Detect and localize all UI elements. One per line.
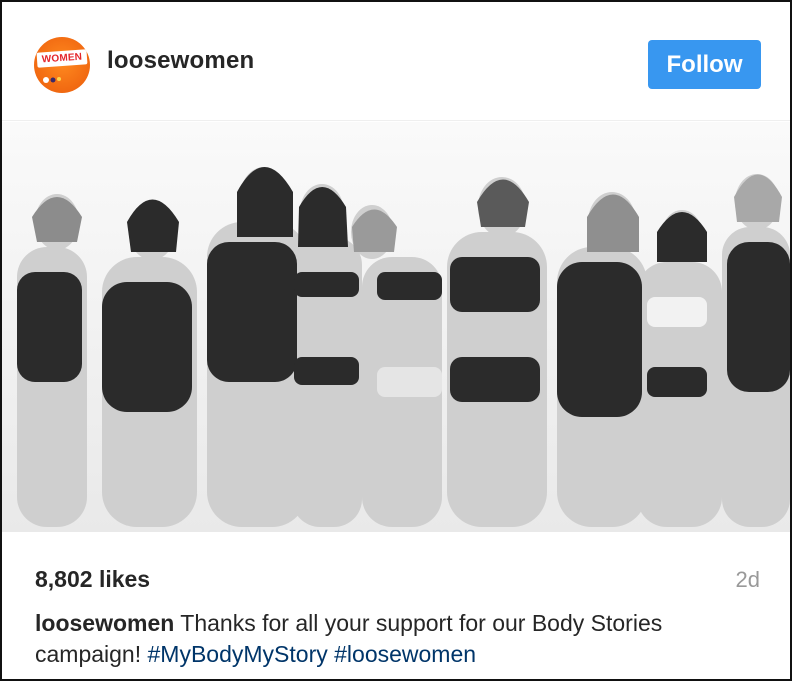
avatar[interactable]: WOMEN — [34, 37, 90, 93]
hashtag-loosewomen[interactable]: #loosewomen — [334, 641, 476, 667]
hashtag-mybodymystory[interactable]: #MyBodyMyStory — [148, 641, 328, 667]
instagram-post: WOMEN loosewomen Follow 8,802 likes 2d l… — [0, 0, 792, 681]
post-photo[interactable] — [2, 122, 790, 532]
avatar-logo-text: WOMEN — [41, 51, 83, 66]
post-username[interactable]: loosewomen — [107, 47, 254, 75]
follow-button[interactable]: Follow — [648, 40, 761, 89]
photo-image — [2, 122, 790, 532]
post-timestamp[interactable]: 2d — [736, 567, 760, 593]
likes-count[interactable]: 8,802 likes — [35, 566, 150, 593]
post-footer: 8,802 likes 2d loosewomen Thanks for all… — [2, 532, 790, 679]
post-caption: loosewomen Thanks for all your support f… — [35, 608, 770, 670]
avatar-logo-icon — [43, 77, 61, 83]
caption-username[interactable]: loosewomen — [35, 610, 174, 636]
post-header: WOMEN loosewomen Follow — [2, 2, 790, 121]
avatar-logo-plate: WOMEN — [36, 49, 88, 68]
